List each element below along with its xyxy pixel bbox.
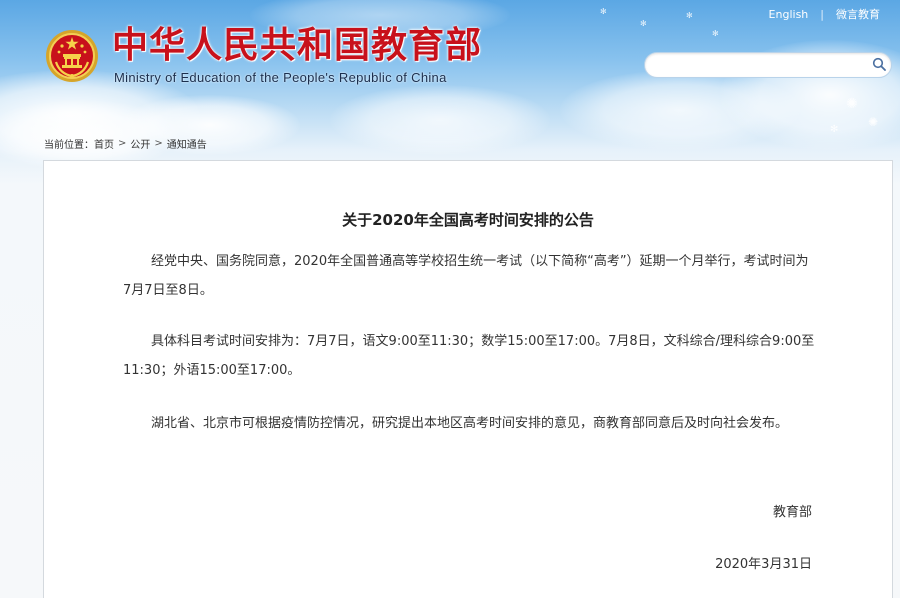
top-links-separator: | — [820, 7, 824, 21]
breadcrumb: 当前位置： 首页 > 公开 > 通知通告 — [44, 136, 207, 151]
breadcrumb-separator: > — [154, 138, 163, 149]
page: ✻ ✻ ✻ ✻ ✺ ✺ ✻ English | 微言教育 中华人民共和国教育部 … — [0, 0, 900, 598]
breadcrumb-separator: > — [118, 138, 127, 149]
site-subtitle: Ministry of Education of the People's Re… — [114, 70, 447, 85]
seed-decoration: ✻ — [712, 29, 719, 38]
top-links: English | 微言教育 — [769, 6, 880, 22]
article-paragraph: 湖北省、北京市可根据疫情防控情况，研究提出本地区高考时间安排的意见，商教育部同意… — [151, 416, 789, 431]
weibo-link[interactable]: 微言教育 — [836, 6, 880, 22]
seed-decoration: ✻ — [830, 124, 839, 135]
seed-decoration: ✻ — [686, 11, 693, 20]
breadcrumb-item-home[interactable]: 首页 — [94, 136, 114, 151]
site-title[interactable]: 中华人民共和国教育部 — [112, 24, 482, 68]
seed-decoration: ✺ — [868, 115, 879, 129]
breadcrumb-prefix: 当前位置： — [44, 140, 94, 151]
article-signature: 教育部 — [772, 505, 812, 520]
seed-decoration: ✻ — [600, 7, 607, 16]
seed-decoration: ✻ — [640, 19, 647, 28]
breadcrumb-item-notices[interactable]: 通知通告 — [167, 136, 207, 151]
breadcrumb-item-public[interactable]: 公开 — [130, 136, 150, 151]
article-date: 2020年3月31日 — [715, 557, 812, 572]
article-paragraph: 经党中央、国务院同意，2020年全国普通高等学校招生统一考试（以下简称“高考”）… — [123, 254, 809, 298]
cloud-decoration — [330, 85, 550, 155]
search-input[interactable] — [655, 54, 867, 76]
search-icon — [872, 56, 886, 75]
national-emblem-icon[interactable] — [44, 28, 100, 84]
search-button[interactable] — [867, 53, 891, 77]
article-title: 关于2020年全国高考时间安排的公告 — [342, 211, 594, 229]
article-paragraph: 具体科目考试时间安排为：7月7日，语文9:00至11:30；数学15:00至17… — [123, 334, 815, 378]
seed-decoration: ✺ — [846, 96, 858, 112]
search-box — [644, 52, 892, 78]
article-container: 关于2020年全国高考时间安排的公告 经党中央、国务院同意，2020年全国普通高… — [43, 160, 893, 598]
english-link[interactable]: English — [769, 8, 809, 21]
